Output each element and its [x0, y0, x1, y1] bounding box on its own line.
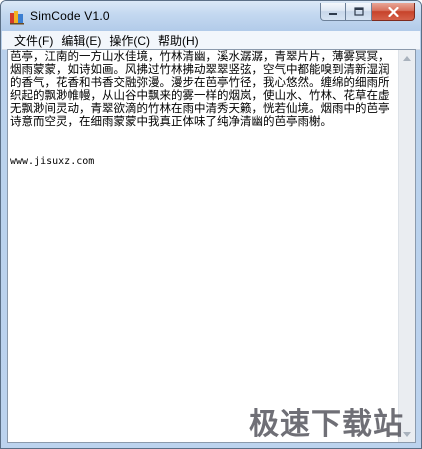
close-icon — [387, 6, 399, 17]
editor-text[interactable]: 芭亭，江南的一方山水佳境，竹林清幽，溪水潺潺，青翠片片，薄雾冥冥，烟雨蒙蒙，如诗… — [10, 50, 398, 440]
scroll-up-button[interactable] — [399, 50, 415, 66]
editor-url-line: www.jisuxz.com — [10, 156, 95, 167]
maximize-icon — [353, 7, 364, 16]
menu-operation[interactable]: 操作(C) — [108, 32, 157, 49]
editor-body-text: 芭亭，江南的一方山水佳境，竹林清幽，溪水潺潺，青翠片片，薄雾冥冥，烟雨蒙蒙，如诗… — [10, 50, 390, 128]
menu-edit[interactable]: 编辑(E) — [60, 32, 108, 49]
chevron-up-icon — [403, 55, 411, 61]
minimize-icon — [329, 12, 337, 15]
chevron-down-icon — [403, 431, 411, 437]
minimize-button[interactable] — [320, 3, 346, 21]
menu-file[interactable]: 文件(F) — [2, 32, 60, 49]
editor-area[interactable]: 芭亭，江南的一方山水佳境，竹林清幽，溪水潺潺，青翠片片，薄雾冥冥，烟雨蒙蒙，如诗… — [7, 49, 416, 443]
caption-buttons — [320, 3, 415, 23]
maximize-button[interactable] — [346, 3, 372, 21]
close-button[interactable] — [372, 3, 415, 21]
app-books-icon — [10, 11, 24, 25]
menu-help[interactable]: 帮助(H) — [157, 32, 206, 49]
menu-bar: 文件(F) 编辑(E) 操作(C) 帮助(H) — [2, 31, 420, 50]
watermark-text: 极速下载站 — [249, 407, 404, 442]
app-window: SimCode V1.0 文件(F) 编辑(E) 操作(C) 帮助(H) 芭亭，… — [0, 0, 422, 449]
title-bar[interactable]: SimCode V1.0 — [1, 1, 421, 31]
window-title: SimCode V1.0 — [30, 9, 110, 23]
vertical-scrollbar[interactable] — [398, 50, 415, 442]
